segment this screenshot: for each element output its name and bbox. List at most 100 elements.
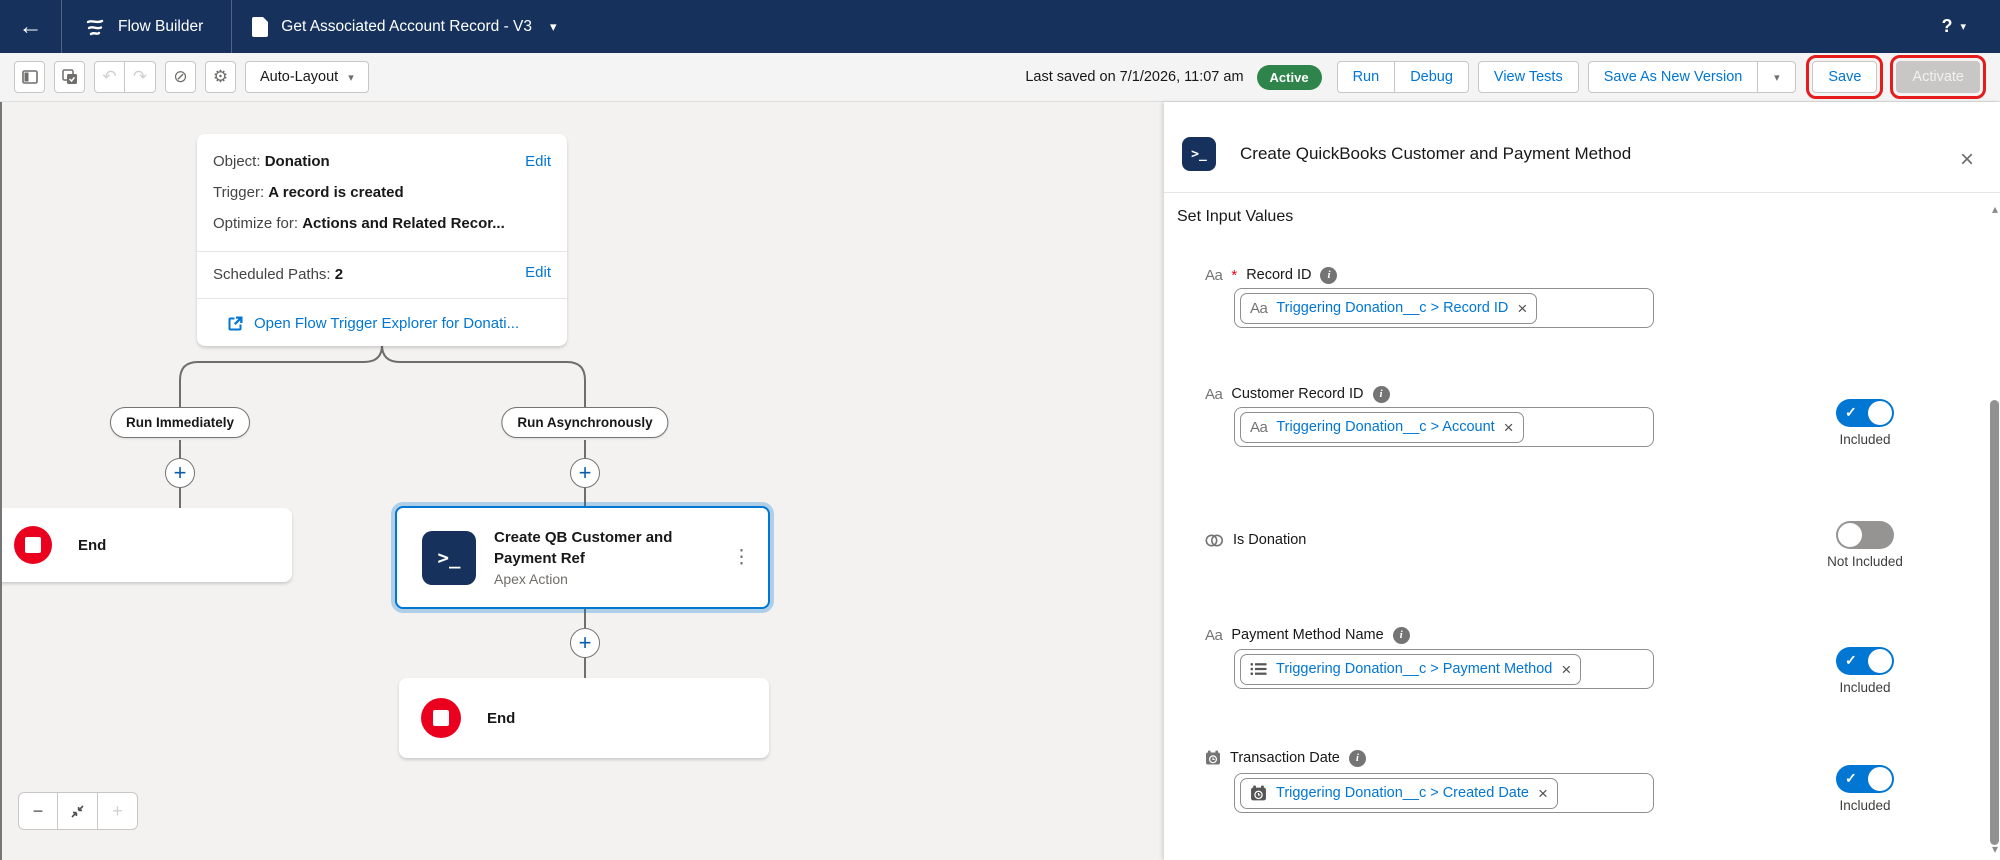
end-node-immediate[interactable]: End	[2, 508, 292, 582]
apex-node-title: Create QB Customer and Payment Ref	[494, 529, 673, 567]
pill-text: Triggering Donation__c > Account	[1276, 419, 1495, 435]
apex-terminal-icon: >_	[1182, 137, 1216, 171]
text-type-icon: Aa	[1250, 418, 1268, 436]
disable-elements-button[interactable]: ⊘	[165, 61, 196, 93]
remove-pill-icon[interactable]: ×	[1517, 300, 1527, 317]
branch-run-immediately[interactable]: Run Immediately	[109, 407, 251, 438]
help-caret-icon[interactable]: ▾	[1960, 20, 1966, 33]
info-icon[interactable]: i	[1348, 749, 1366, 767]
remove-pill-icon[interactable]: ×	[1561, 661, 1571, 678]
end-node-async[interactable]: End	[399, 678, 769, 758]
toggle-panel-button[interactable]	[14, 61, 45, 93]
text-type-icon: Aa	[1250, 299, 1268, 317]
add-element-button[interactable]: +	[570, 458, 600, 488]
layout-select[interactable]: Auto-Layout ▾	[245, 61, 369, 93]
chevron-down-icon: ▾	[1774, 71, 1780, 84]
end-icon	[421, 698, 461, 738]
check-icon: ✓	[1845, 404, 1857, 420]
panel-header: >_ Create QuickBooks Customer and Paymen…	[1164, 102, 2000, 193]
required-asterisk: *	[1231, 266, 1238, 284]
edit-trigger-link[interactable]: Edit	[525, 146, 551, 177]
settings-gear-button[interactable]: ⚙	[205, 61, 236, 93]
edit-scheduled-paths-link[interactable]: Edit	[525, 262, 551, 284]
flow-builder-icon	[84, 16, 106, 38]
toggle-label: Included	[1839, 680, 1891, 695]
flow-name-menu[interactable]: Get Associated Account Record - V3 ▾	[232, 16, 576, 37]
field-is-donation: Is Donation	[1164, 529, 1864, 551]
field-customer-record-id: Aa Customer Record ID i Aa Triggering Do…	[1164, 383, 1864, 447]
info-icon[interactable]: i	[1372, 385, 1390, 403]
node-menu-kebab-icon[interactable]: ⋮	[732, 546, 751, 569]
panel-scrollbar[interactable]	[1990, 400, 1999, 845]
back-button[interactable]: ←	[0, 0, 62, 53]
toolbar: ↶ ↷ ⊘ ⚙ Auto-Layout ▾ Last saved on 7/1/…	[0, 53, 2000, 102]
close-icon[interactable]: ×	[1960, 148, 1974, 172]
toggle-label: Included	[1839, 798, 1891, 813]
resource-pill[interactable]: Aa Triggering Donation__c > Record ID ×	[1240, 292, 1538, 324]
record-id-input[interactable]: Aa Triggering Donation__c > Record ID ×	[1234, 288, 1654, 328]
activate-button[interactable]: Activate	[1890, 55, 1986, 99]
section-title: Set Input Values	[1177, 208, 1294, 225]
field-label: Customer Record ID	[1231, 386, 1364, 402]
chevron-down-icon: ▾	[348, 71, 354, 84]
branch-run-asynchronously[interactable]: Run Asynchronously	[501, 407, 669, 438]
customer-record-id-input[interactable]: Aa Triggering Donation__c > Account ×	[1234, 407, 1654, 447]
include-toggle-payment-method-name[interactable]: ✓	[1836, 647, 1894, 675]
start-node-card[interactable]: Object: Donation Edit Trigger: A record …	[197, 134, 567, 346]
status-badge: Active	[1256, 64, 1322, 90]
trigger-explorer-section: Open Flow Trigger Explorer for Donati...	[197, 298, 567, 346]
resource-pill[interactable]: Aa Triggering Donation__c > Account ×	[1240, 411, 1524, 443]
optimize-value: Actions and Related Recor...	[302, 215, 505, 232]
zoom-in-button[interactable]: +	[98, 792, 138, 830]
view-tests-button[interactable]: View Tests	[1477, 61, 1579, 93]
include-toggle-customer-record-id[interactable]: ✓	[1836, 399, 1894, 427]
text-type-icon: Aa	[1205, 266, 1223, 284]
redo-button[interactable]: ↷	[125, 61, 156, 93]
info-icon[interactable]: i	[1392, 626, 1410, 644]
payment-method-name-input[interactable]: Triggering Donation__c > Payment Method …	[1234, 649, 1654, 689]
undo-button[interactable]: ↶	[94, 61, 125, 93]
select-elements-button[interactable]	[54, 61, 85, 93]
main-area: Object: Donation Edit Trigger: A record …	[0, 102, 2000, 860]
trigger-value: A record is created	[268, 184, 404, 201]
field-transaction-date: Transaction Date i Triggering Donation__…	[1164, 747, 1864, 813]
zoom-out-button[interactable]: −	[18, 792, 58, 830]
debug-button[interactable]: Debug	[1395, 61, 1469, 93]
app-name: Flow Builder	[118, 17, 204, 35]
save-options-caret-button[interactable]: ▾	[1758, 61, 1797, 93]
field-label: Transaction Date	[1230, 750, 1340, 766]
save-button[interactable]: Save	[1806, 55, 1884, 99]
remove-pill-icon[interactable]: ×	[1504, 419, 1514, 436]
add-element-button[interactable]: +	[570, 628, 600, 658]
include-toggle-is-donation[interactable]	[1836, 521, 1894, 549]
info-icon[interactable]: i	[1320, 266, 1338, 284]
include-toggle-transaction-date[interactable]: ✓	[1836, 765, 1894, 793]
apex-terminal-icon: >_	[422, 530, 476, 585]
pill-text: Triggering Donation__c > Payment Method	[1276, 661, 1553, 677]
flow-menu-caret-icon[interactable]: ▾	[550, 19, 557, 35]
add-element-button[interactable]: +	[165, 458, 195, 488]
optimize-label: Optimize for:	[213, 215, 299, 232]
save-as-new-version-button[interactable]: Save As New Version	[1587, 61, 1759, 93]
scroll-up-icon[interactable]: ▴	[1992, 202, 1998, 216]
date-type-icon	[1205, 750, 1221, 766]
remove-pill-icon[interactable]: ×	[1538, 785, 1548, 802]
run-button[interactable]: Run	[1336, 61, 1396, 93]
scheduled-paths-section: Scheduled Paths: 2 Edit	[197, 251, 567, 298]
toggle-label: Included	[1839, 432, 1891, 447]
help-icon[interactable]: ?	[1941, 16, 1952, 37]
open-flow-trigger-explorer-link[interactable]: Open Flow Trigger Explorer for Donati...	[213, 311, 551, 334]
check-icon: ✓	[1845, 652, 1857, 668]
scroll-down-icon[interactable]: ▾	[1992, 842, 1998, 856]
object-value: Donation	[264, 153, 330, 170]
external-link-icon	[227, 315, 244, 332]
scheduled-paths-label: Scheduled Paths:	[213, 266, 331, 283]
resource-pill[interactable]: Triggering Donation__c > Created Date ×	[1240, 777, 1558, 809]
trigger-explorer-label: Open Flow Trigger Explorer for Donati...	[254, 315, 520, 332]
trigger-label: Trigger:	[213, 184, 265, 201]
apex-action-node[interactable]: >_ Create QB Customer and Payment Ref Ap…	[395, 506, 770, 609]
resource-pill[interactable]: Triggering Donation__c > Payment Method …	[1240, 653, 1582, 685]
fit-to-view-button[interactable]	[58, 792, 98, 830]
transaction-date-input[interactable]: Triggering Donation__c > Created Date ×	[1234, 773, 1654, 813]
flow-canvas[interactable]: Object: Donation Edit Trigger: A record …	[0, 102, 1164, 860]
